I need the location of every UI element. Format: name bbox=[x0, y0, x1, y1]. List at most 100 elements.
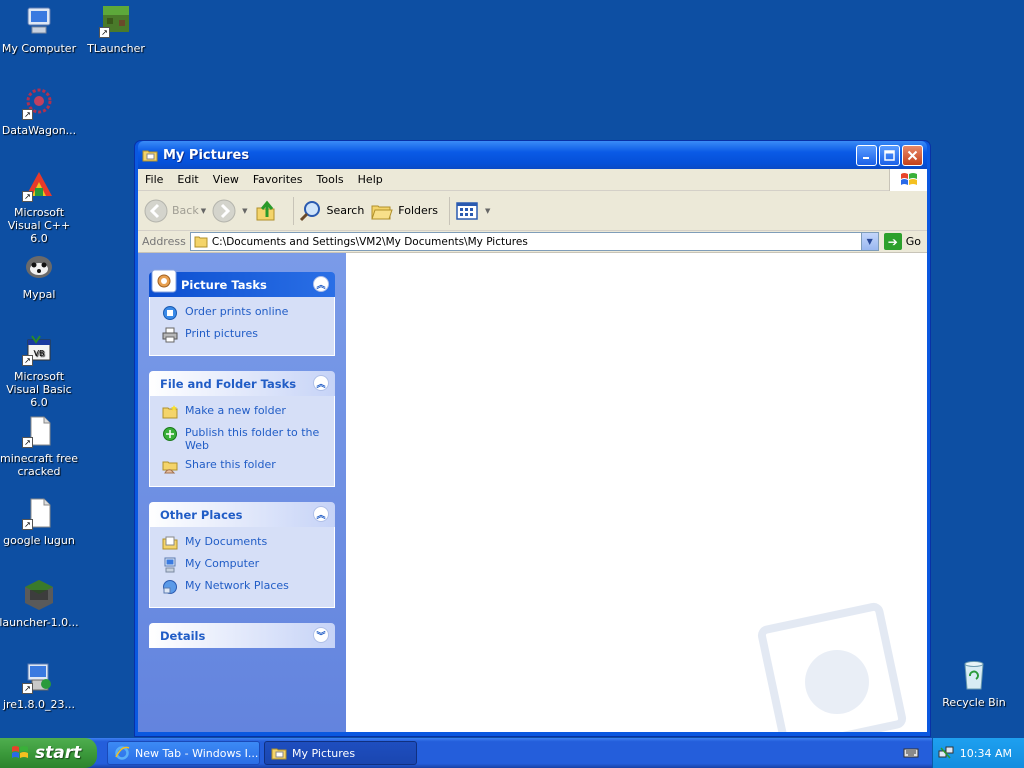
maximize-button[interactable] bbox=[879, 144, 900, 166]
back-arrow-icon bbox=[144, 199, 168, 222]
taskbar-item-my-pictures[interactable]: My Pictures bbox=[264, 741, 417, 765]
close-icon bbox=[907, 150, 918, 160]
task-label: Publish this folder to the Web bbox=[185, 426, 320, 452]
task-label: Share this folder bbox=[185, 458, 276, 471]
taskbar: start New Tab - Windows I... My Pictures… bbox=[0, 738, 1024, 768]
keyboard-language-icon[interactable] bbox=[903, 746, 919, 760]
internet-explorer-icon bbox=[115, 746, 130, 760]
start-button[interactable]: start bbox=[0, 738, 97, 768]
task-label: Print pictures bbox=[185, 327, 258, 340]
toolbar: Back ▼ ▼ Search Folders ▼ bbox=[138, 191, 927, 231]
task-label: Make a new folder bbox=[185, 404, 286, 417]
share-folder-icon bbox=[162, 461, 178, 474]
shortcut-arrow-icon: ↗ bbox=[22, 683, 33, 694]
menu-help[interactable]: Help bbox=[351, 173, 390, 186]
desktop-icon-visual-cpp[interactable]: ↗ Microsoft Visual C++ 6.0 bbox=[0, 168, 79, 245]
menu-favorites[interactable]: Favorites bbox=[246, 173, 310, 186]
installer-icon: ↗ bbox=[22, 660, 56, 694]
desktop-icon-google-lugun[interactable]: ↗ google lugun bbox=[0, 496, 79, 547]
go-label: Go bbox=[905, 235, 921, 248]
views-button[interactable]: ▼ bbox=[455, 199, 490, 223]
task-print-pictures[interactable]: Print pictures bbox=[162, 327, 328, 343]
toolbar-separator bbox=[449, 196, 451, 225]
desktop-icon-jre[interactable]: ↗ jre1.8.0_23... bbox=[0, 660, 79, 711]
desktop-icon-launcher[interactable]: launcher-1.0... bbox=[0, 578, 79, 629]
menu-tools[interactable]: Tools bbox=[310, 173, 351, 186]
minimize-button[interactable] bbox=[856, 144, 877, 166]
windows-logo-icon bbox=[12, 746, 28, 758]
computer-icon bbox=[164, 557, 176, 573]
panel-title: Picture Tasks bbox=[181, 277, 267, 292]
minimize-icon bbox=[863, 156, 869, 159]
other-places-body: My Documents My Computer My Network Plac… bbox=[149, 527, 335, 608]
title-bar[interactable]: My Pictures bbox=[138, 141, 927, 169]
desktop-icon-visual-basic[interactable]: VB ↗ Microsoft Visual Basic 6.0 bbox=[0, 332, 79, 409]
address-label: Address bbox=[142, 235, 186, 248]
panel-title: Details bbox=[160, 628, 206, 643]
clock[interactable]: 10:34 AM bbox=[960, 747, 1012, 760]
other-places-header[interactable]: Other Places ︽ bbox=[149, 502, 335, 527]
desktop-icon-label: minecraft free cracked bbox=[0, 452, 78, 478]
desktop-icon-datawagon[interactable]: ↗ DataWagon... bbox=[0, 86, 79, 137]
expand-chevron-icon[interactable]: ︾ bbox=[313, 627, 329, 643]
publish-web-icon bbox=[163, 427, 177, 441]
place-my-documents[interactable]: My Documents bbox=[162, 535, 328, 551]
search-button[interactable]: Search bbox=[299, 199, 365, 223]
web-order-icon bbox=[163, 306, 177, 320]
task-make-new-folder[interactable]: Make a new folder bbox=[162, 404, 328, 420]
back-button[interactable]: Back ▼ bbox=[144, 199, 206, 223]
datawagon-icon: ↗ bbox=[22, 86, 56, 120]
folders-label: Folders bbox=[398, 204, 439, 217]
windows-logo-icon bbox=[889, 169, 927, 191]
collapse-chevron-icon[interactable]: ︽ bbox=[313, 375, 329, 391]
place-my-computer[interactable]: My Computer bbox=[162, 557, 328, 573]
go-button[interactable]: ➔ Go bbox=[883, 233, 921, 250]
place-my-network-places[interactable]: My Network Places bbox=[162, 579, 328, 595]
desktop-icon-label: TLauncher bbox=[87, 42, 145, 55]
desktop-icon-recycle-bin[interactable]: Recycle Bin bbox=[934, 658, 1014, 709]
place-label: My Network Places bbox=[185, 579, 289, 592]
menu-edit[interactable]: Edit bbox=[170, 173, 205, 186]
new-folder-icon bbox=[162, 405, 178, 419]
picture-tasks-panel: Picture Tasks ︽ Order prints online Prin… bbox=[149, 269, 335, 356]
desktop-icon-my-computer[interactable]: My Computer bbox=[0, 4, 79, 55]
place-label: My Computer bbox=[185, 557, 260, 570]
maximize-icon bbox=[884, 149, 895, 161]
file-folder-tasks-header[interactable]: File and Folder Tasks ︽ bbox=[149, 371, 335, 396]
desktop-icon-mypal[interactable]: Mypal bbox=[0, 250, 79, 301]
menu-file[interactable]: File bbox=[138, 173, 170, 186]
search-label: Search bbox=[326, 204, 365, 217]
details-header[interactable]: Details ︾ bbox=[149, 623, 335, 648]
my-documents-icon bbox=[162, 536, 178, 550]
task-order-prints-online[interactable]: Order prints online bbox=[162, 305, 328, 321]
desktop-icon-label: jre1.8.0_23... bbox=[2, 698, 76, 711]
folder-pictures-icon bbox=[271, 748, 287, 760]
close-button[interactable] bbox=[902, 144, 923, 166]
taskbar-item-label: New Tab - Windows I... bbox=[135, 746, 259, 760]
desktop-icon-label: launcher-1.0... bbox=[0, 616, 79, 629]
generic-file-icon: ↗ bbox=[22, 414, 56, 448]
desktop-icon-minecraft-free-cracked[interactable]: ↗ minecraft free cracked bbox=[0, 414, 79, 478]
folders-button[interactable]: Folders bbox=[370, 199, 438, 223]
desktop-icon-tlauncher[interactable]: ↗ TLauncher bbox=[76, 4, 156, 55]
picture-tasks-header[interactable]: Picture Tasks ︽ bbox=[149, 269, 335, 297]
address-dropdown-button[interactable]: ▼ bbox=[860, 233, 878, 250]
up-folder-icon bbox=[256, 200, 274, 220]
address-field[interactable]: C:\Documents and Settings\VM2\My Documen… bbox=[189, 232, 879, 251]
other-places-panel: Other Places ︽ My Documents My Computer … bbox=[149, 502, 335, 608]
up-folder-button[interactable] bbox=[254, 199, 282, 223]
collapse-chevron-icon[interactable]: ︽ bbox=[313, 506, 329, 522]
menu-view[interactable]: View bbox=[206, 173, 246, 186]
forward-button[interactable]: ▼ bbox=[212, 199, 248, 223]
network-tray-icon[interactable] bbox=[938, 745, 954, 761]
taskbar-item-label: My Pictures bbox=[292, 746, 356, 760]
panel-title: File and Folder Tasks bbox=[160, 376, 297, 391]
address-path: C:\Documents and Settings\VM2\My Documen… bbox=[211, 235, 528, 248]
chevron-down-icon: ▼ bbox=[866, 237, 873, 246]
file-list-area[interactable] bbox=[346, 253, 927, 732]
network-places-icon bbox=[163, 580, 177, 594]
collapse-chevron-icon[interactable]: ︽ bbox=[313, 276, 329, 292]
task-publish-folder-to-web[interactable]: Publish this folder to the Web bbox=[162, 426, 328, 452]
taskbar-item-internet-explorer[interactable]: New Tab - Windows I... bbox=[107, 741, 260, 765]
task-share-folder[interactable]: Share this folder bbox=[162, 458, 328, 474]
